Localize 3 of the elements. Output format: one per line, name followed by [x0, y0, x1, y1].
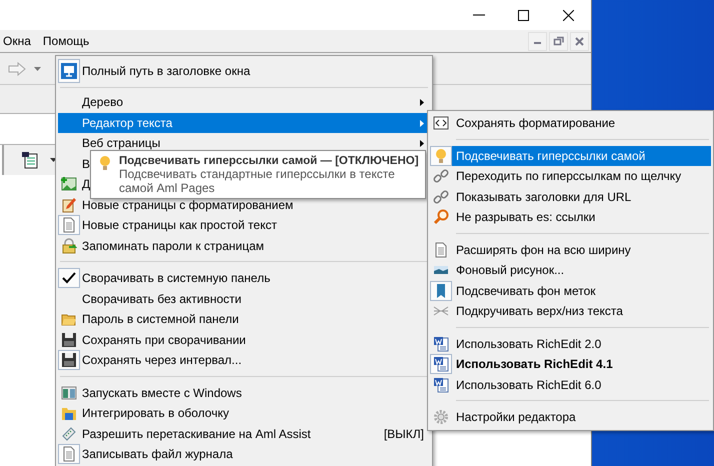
state-label: [ВЫКЛ] — [384, 426, 424, 441]
tooltip-title: Подсвечивать гиперссылки самой — [ОТКЛЮЧЕНО] — [119, 155, 419, 167]
tooltip-text: Подсвечивать стандартные гиперссылки в тексте самой Aml Pages — [119, 167, 396, 195]
